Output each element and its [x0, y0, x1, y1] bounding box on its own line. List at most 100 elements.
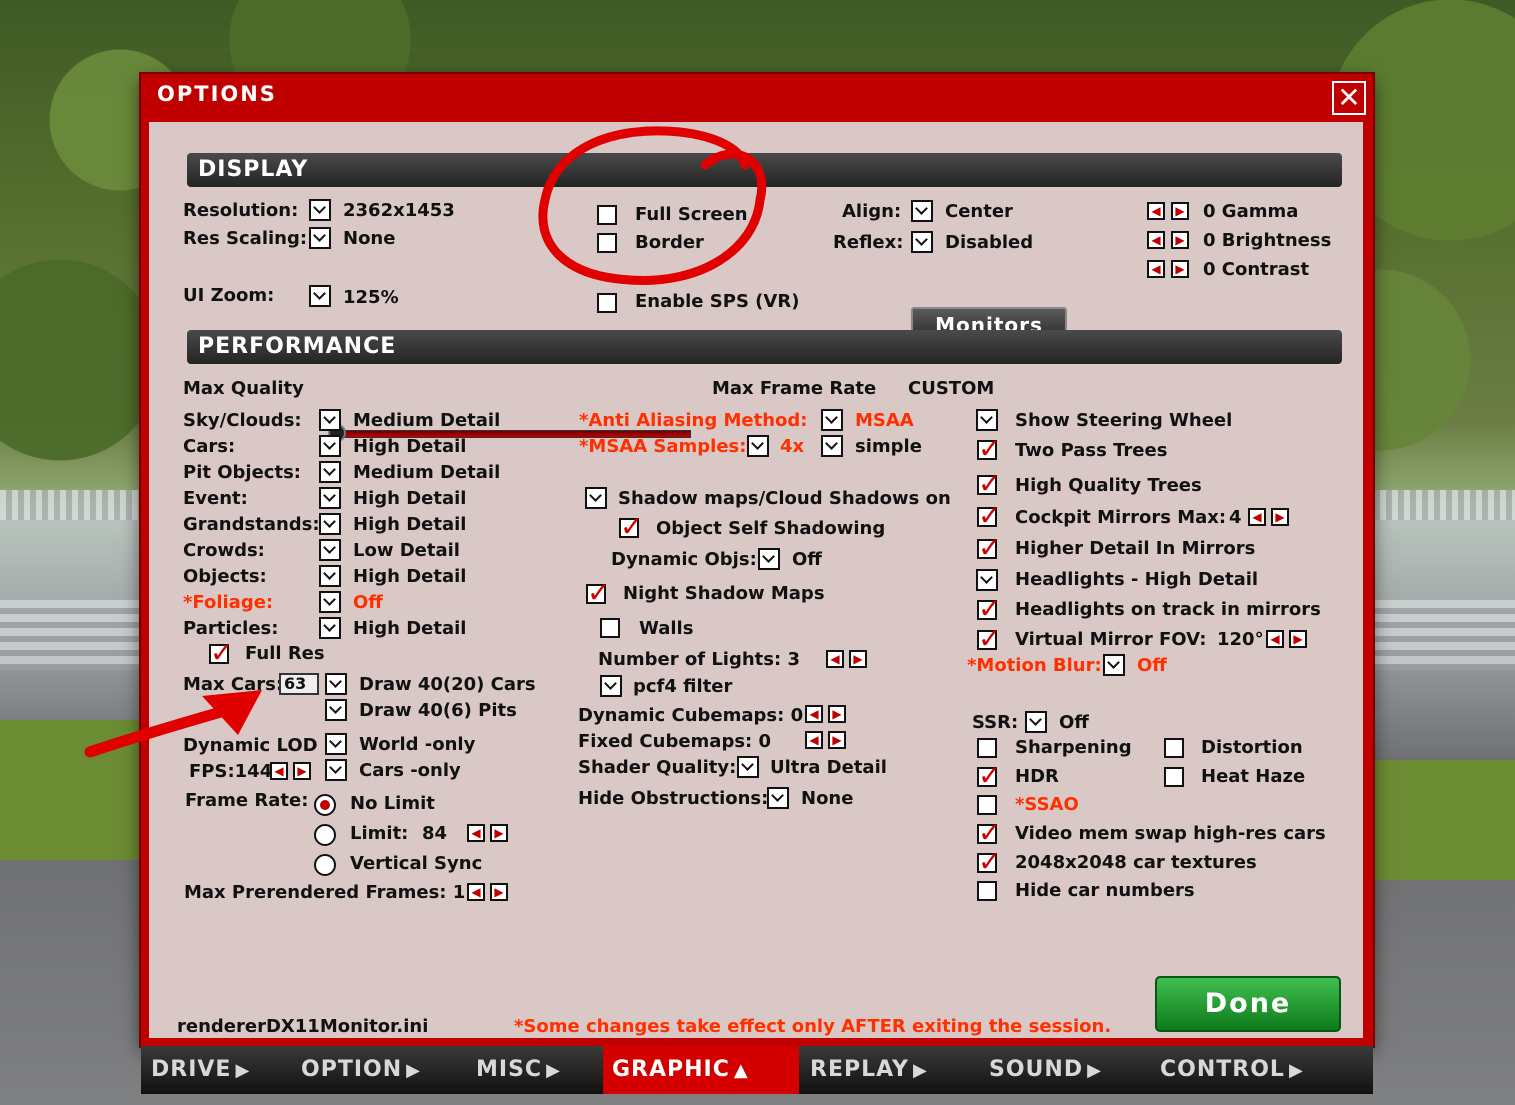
- walls-checkbox[interactable]: [600, 618, 620, 638]
- show-steering-wheel-dropdown[interactable]: [976, 409, 998, 431]
- two-pass-trees-checkbox[interactable]: [977, 432, 1001, 465]
- hide-car-numbers-checkbox[interactable]: [977, 881, 997, 901]
- align-dropdown[interactable]: [911, 200, 933, 222]
- tab-replay[interactable]: REPLAY ▶: [810, 1046, 928, 1094]
- sharpening-checkbox[interactable]: [977, 738, 997, 758]
- brightness-left-arrow-icon[interactable]: ◀: [1147, 231, 1165, 249]
- cockpit-mirrors-checkbox[interactable]: [977, 499, 1001, 532]
- lights-right-arrow-icon[interactable]: ▶: [849, 650, 867, 668]
- limit-radio[interactable]: [314, 824, 336, 846]
- contrast-right-arrow-icon[interactable]: ▶: [1171, 260, 1189, 278]
- headlights-track-label: Headlights on track in mirrors: [1015, 599, 1321, 620]
- cars-only-dropdown[interactable]: [325, 759, 347, 781]
- cars-dropdown[interactable]: [319, 435, 341, 457]
- distortion-checkbox[interactable]: [1164, 738, 1184, 758]
- video-mem-swap-label: Video mem swap high-res cars: [1015, 823, 1326, 844]
- full-res-checkbox[interactable]: [209, 636, 233, 669]
- aa-method-dropdown[interactable]: [821, 409, 843, 431]
- fps-right-arrow-icon[interactable]: ▶: [293, 762, 311, 780]
- performance-section-header: PERFORMANCE: [187, 330, 1342, 364]
- limit-left-arrow-icon[interactable]: ◀: [467, 824, 485, 842]
- pcf4-filter-label: pcf4 filter: [633, 676, 733, 697]
- pcf4-filter-dropdown[interactable]: [600, 675, 622, 697]
- tab-option-label: OPTION: [301, 1057, 403, 1082]
- tab-sound[interactable]: SOUND ▶: [989, 1046, 1102, 1094]
- tab-drive[interactable]: DRIVE ▶: [151, 1046, 250, 1094]
- high-quality-trees-checkbox[interactable]: [977, 467, 1001, 500]
- msaa-simple-dropdown[interactable]: [821, 435, 843, 457]
- msaa-simple-value: simple: [855, 436, 922, 457]
- tab-control[interactable]: CONTROL ▶: [1160, 1046, 1304, 1094]
- tab-graphic[interactable]: GRAPHIC ▲: [603, 1046, 799, 1094]
- car-textures-checkbox[interactable]: [977, 845, 1001, 878]
- world-only-dropdown[interactable]: [325, 733, 347, 755]
- crowds-dropdown[interactable]: [319, 539, 341, 561]
- headlights-track-checkbox[interactable]: [977, 592, 1001, 625]
- draw-cars-dropdown[interactable]: [325, 673, 347, 695]
- objects-dropdown[interactable]: [319, 565, 341, 587]
- event-dropdown[interactable]: [319, 487, 341, 509]
- heat-haze-checkbox[interactable]: [1164, 767, 1184, 787]
- contrast-left-arrow-icon[interactable]: ◀: [1147, 260, 1165, 278]
- shadow-maps-dropdown[interactable]: [585, 487, 607, 509]
- cockpit-mirrors-value: 4: [1229, 507, 1242, 528]
- vertical-sync-radio[interactable]: [314, 854, 336, 876]
- gamma-right-arrow-icon[interactable]: ▶: [1171, 202, 1189, 220]
- res-scaling-dropdown[interactable]: [309, 227, 331, 249]
- tab-option[interactable]: OPTION ▶: [301, 1046, 421, 1094]
- fov-right-arrow-icon[interactable]: ▶: [1289, 630, 1307, 648]
- fixed-cubemaps-right-arrow-icon[interactable]: ▶: [828, 731, 846, 749]
- object-self-shadowing-checkbox[interactable]: [619, 510, 643, 543]
- night-shadow-maps-checkbox[interactable]: [586, 576, 610, 609]
- done-button[interactable]: Done: [1155, 976, 1341, 1032]
- cockpit-mirrors-label: Cockpit Mirrors Max:: [1015, 507, 1227, 528]
- higher-detail-mirrors-checkbox[interactable]: [977, 531, 1001, 564]
- options-panel: DISPLAY Resolution: 2362x1453 Res Scalin…: [149, 122, 1363, 1038]
- resolution-value: 2362x1453: [343, 200, 455, 221]
- pit-objects-dropdown[interactable]: [319, 461, 341, 483]
- resolution-dropdown[interactable]: [309, 199, 331, 221]
- limit-right-arrow-icon[interactable]: ▶: [490, 824, 508, 842]
- ui-zoom-dropdown[interactable]: [309, 285, 331, 307]
- fps-left-arrow-icon[interactable]: ◀: [270, 762, 288, 780]
- fixed-cubemaps-left-arrow-icon[interactable]: ◀: [805, 731, 823, 749]
- prerendered-left-arrow-icon[interactable]: ◀: [467, 883, 485, 901]
- crowds-value: Low Detail: [353, 540, 460, 561]
- fov-left-arrow-icon[interactable]: ◀: [1266, 630, 1284, 648]
- dynamic-objs-dropdown[interactable]: [758, 548, 780, 570]
- virtual-mirror-checkbox[interactable]: [977, 622, 1001, 655]
- mirrors-left-arrow-icon[interactable]: ◀: [1248, 508, 1266, 526]
- gamma-left-arrow-icon[interactable]: ◀: [1147, 202, 1165, 220]
- border-checkbox[interactable]: [597, 233, 617, 253]
- full-screen-checkbox[interactable]: [597, 205, 617, 225]
- hide-obstructions-dropdown[interactable]: [767, 787, 789, 809]
- max-cars-input[interactable]: 63: [279, 673, 319, 695]
- lights-left-arrow-icon[interactable]: ◀: [826, 650, 844, 668]
- dynamic-cubemaps-left-arrow-icon[interactable]: ◀: [805, 705, 823, 723]
- sharpening-label: Sharpening: [1015, 737, 1132, 758]
- draw-pits-dropdown[interactable]: [325, 699, 347, 721]
- shader-quality-dropdown[interactable]: [737, 756, 759, 778]
- ssao-checkbox[interactable]: [977, 795, 997, 815]
- enable-sps-checkbox[interactable]: [597, 293, 617, 313]
- motion-blur-label: *Motion Blur:: [967, 655, 1102, 676]
- headlights-high-dropdown[interactable]: [976, 569, 998, 591]
- sky-clouds-dropdown[interactable]: [319, 409, 341, 431]
- reflex-dropdown[interactable]: [911, 231, 933, 253]
- particles-dropdown[interactable]: [319, 617, 341, 639]
- brightness-right-arrow-icon[interactable]: ▶: [1171, 231, 1189, 249]
- hdr-checkbox[interactable]: [977, 759, 1001, 792]
- grandstands-dropdown[interactable]: [319, 513, 341, 535]
- motion-blur-dropdown[interactable]: [1103, 654, 1125, 676]
- mirrors-right-arrow-icon[interactable]: ▶: [1271, 508, 1289, 526]
- msaa-samples-dropdown[interactable]: [747, 435, 769, 457]
- no-limit-radio[interactable]: [314, 794, 336, 816]
- dynamic-cubemaps-right-arrow-icon[interactable]: ▶: [828, 705, 846, 723]
- tab-misc[interactable]: MISC ▶: [476, 1046, 561, 1094]
- foliage-dropdown[interactable]: [319, 591, 341, 613]
- prerendered-right-arrow-icon[interactable]: ▶: [490, 883, 508, 901]
- ssr-dropdown[interactable]: [1025, 711, 1047, 733]
- video-mem-swap-checkbox[interactable]: [977, 816, 1001, 849]
- dynamic-lod-label: Dynamic LOD: [183, 735, 318, 756]
- close-icon[interactable]: ✕: [1332, 81, 1366, 115]
